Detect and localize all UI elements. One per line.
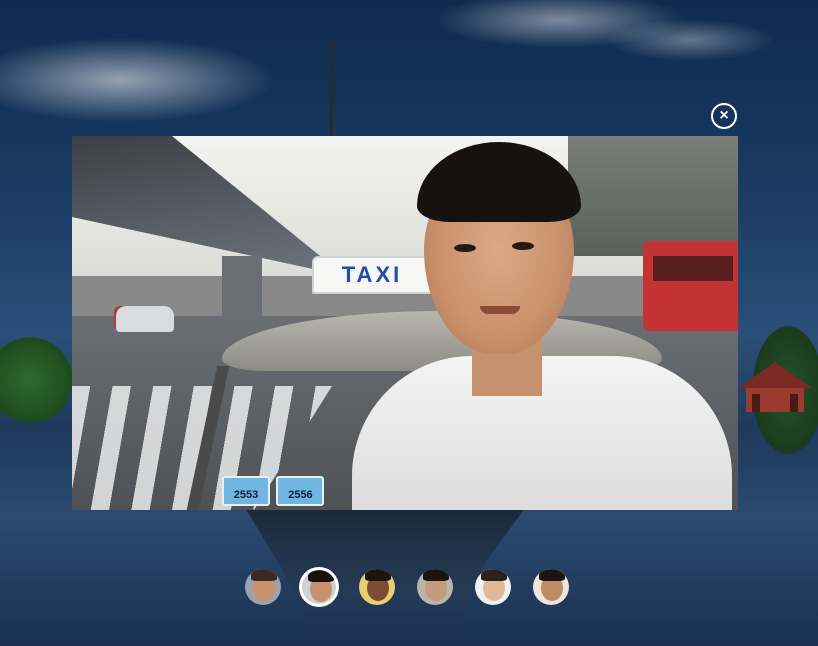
thumbnail-person-5[interactable] xyxy=(475,569,511,605)
photo-car-white xyxy=(116,306,174,332)
thumbnail-hair xyxy=(423,569,449,581)
photo-building xyxy=(568,136,738,256)
thumbnail-person-4[interactable] xyxy=(417,569,453,605)
thumbnail-person-3[interactable] xyxy=(359,569,395,605)
background-trees-left xyxy=(0,320,80,490)
photo-person-mouth xyxy=(480,306,520,314)
thumbnail-person-6[interactable] xyxy=(533,569,569,605)
plate: 2553 xyxy=(222,476,270,506)
photo-person-eye-left xyxy=(454,244,476,252)
photo-person-eye-right xyxy=(512,242,534,250)
background-pagoda xyxy=(738,362,812,412)
background-antenna xyxy=(330,40,333,140)
thumbnail-person-2[interactable] xyxy=(299,567,339,607)
thumbnail-hair xyxy=(365,569,391,581)
taxi-sign: TAXI xyxy=(312,256,432,294)
thumbnail-hair xyxy=(308,570,334,582)
plate: 2556 xyxy=(276,476,325,506)
thumbnail-person-1[interactable] xyxy=(245,569,281,605)
photo-person-shirt xyxy=(352,356,732,510)
thumbnail-hair xyxy=(481,569,507,581)
photo-plates: 2553 2556 xyxy=(222,476,326,506)
close-icon: × xyxy=(719,107,729,124)
thumbnail-hair xyxy=(539,569,565,581)
close-button[interactable]: × xyxy=(711,103,737,129)
thumbnail-hair xyxy=(251,569,277,581)
photo-bus xyxy=(643,241,738,331)
main-photo: TAXI 2553 2556 xyxy=(72,136,738,510)
